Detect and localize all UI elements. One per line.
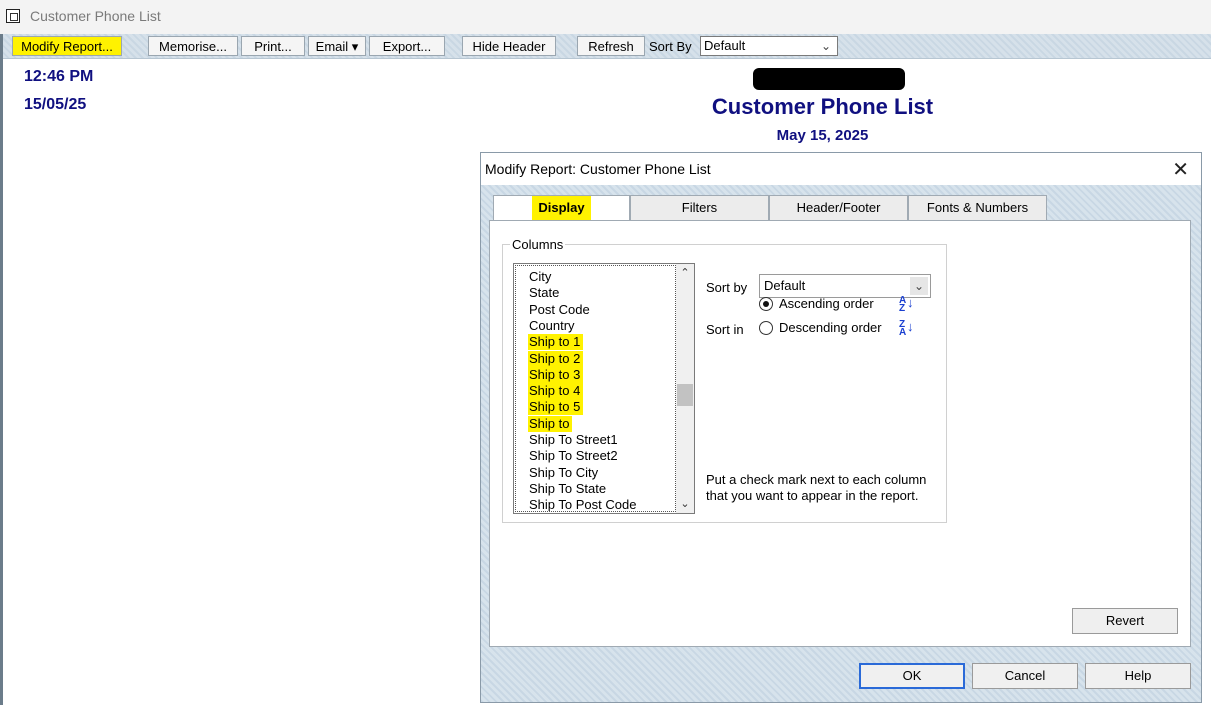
ok-button[interactable]: OK [859, 663, 965, 689]
column-list-item[interactable]: Ship To Street1 [528, 432, 621, 448]
memorise-button[interactable]: Memorise... [148, 36, 238, 56]
window-left-border [0, 34, 3, 705]
dialog-titlebar: Modify Report: Customer Phone List ✕ [481, 153, 1201, 185]
modify-report-button[interactable]: Modify Report... [12, 36, 122, 56]
tab-display[interactable]: Display [493, 195, 630, 222]
chevron-down-icon: ⌄ [820, 39, 831, 53]
columns-help-text: Put a check mark next to each column tha… [706, 472, 927, 503]
revert-button[interactable]: Revert [1072, 608, 1178, 634]
chevron-down-icon: ⌄ [910, 277, 928, 295]
report-title: Customer Phone List [711, 94, 934, 119]
column-list-item[interactable]: Ship to 3 [528, 366, 584, 383]
tab-filters[interactable]: Filters [630, 195, 769, 221]
column-list-item[interactable]: Ship to 2 [528, 350, 584, 367]
hide-header-button[interactable]: Hide Header [462, 36, 556, 56]
print-button[interactable]: Print... [241, 36, 305, 56]
cancel-button[interactable]: Cancel [972, 663, 1078, 689]
column-list-item[interactable]: Ship To Post Code [528, 497, 639, 511]
tab-fonts-numbers[interactable]: Fonts & Numbers [908, 195, 1047, 221]
sort-by-label: Sort by [706, 280, 748, 295]
report-toolbar: Modify Report... Memorise... Print... Em… [0, 34, 1211, 59]
sort-in-label: Sort in [706, 322, 744, 337]
report-date: May 15, 2025 [776, 127, 869, 144]
descending-radio[interactable] [759, 321, 773, 335]
email-button[interactable]: Email ▾ [308, 36, 366, 56]
redacted-company-name [753, 68, 905, 90]
window-title: Customer Phone List [30, 8, 161, 24]
column-list-item[interactable]: Ship to 5 [528, 399, 584, 416]
column-list-item[interactable]: Country [528, 318, 578, 334]
modify-report-dialog: Modify Report: Customer Phone List ✕ Dis… [480, 152, 1202, 703]
column-list-item[interactable]: Ship to 4 [528, 383, 584, 400]
column-list-item[interactable]: Ship To State [528, 481, 609, 497]
window-titlebar: Customer Phone List [0, 0, 1211, 35]
help-button[interactable]: Help [1085, 663, 1191, 689]
column-list-item[interactable]: Ship to [528, 415, 573, 432]
display-panel: Columns City State Post Code Country Ship to… [489, 220, 1191, 647]
column-list-item[interactable]: State [528, 285, 562, 301]
columns-listbox[interactable]: City State Post Code Country Ship to 1 Ship t… [513, 263, 695, 514]
dialog-title: Modify Report: Customer Phone List [485, 161, 711, 177]
columns-scrollbar[interactable]: ⌃ ⌄ [676, 264, 694, 513]
scroll-up-icon[interactable]: ⌃ [676, 264, 694, 282]
column-list-item[interactable]: City [528, 269, 554, 285]
tab-header-footer[interactable]: Header/Footer [769, 195, 908, 221]
column-list-item[interactable]: Ship To City [528, 465, 601, 481]
report-date-short: 15/05/25 [24, 96, 87, 113]
report-time: 12:46 PM [24, 68, 94, 85]
export-button[interactable]: Export... [369, 36, 445, 56]
tab-display-label: Display [532, 196, 591, 220]
sort-ascending-icon: A Z ↓ [899, 295, 914, 314]
sort-by-value: Default [704, 38, 746, 53]
descending-label[interactable]: Descending order [779, 320, 882, 335]
columns-group-label: Columns [510, 237, 566, 252]
sort-by-label: Sort By [649, 39, 692, 54]
tab-fonts-numbers-label: Fonts & Numbers [926, 200, 1029, 215]
columns-group: Columns City State Post Code Country Ship to… [502, 237, 947, 523]
close-icon[interactable]: ✕ [1172, 157, 1189, 182]
tab-header-footer-label: Header/Footer [796, 200, 881, 215]
ascending-radio[interactable] [759, 297, 773, 311]
sort-descending-icon: Z A ↓ [899, 319, 914, 338]
columns-list: City State Post Code Country Ship to 1 Ship t… [515, 265, 676, 512]
refresh-button[interactable]: Refresh [577, 36, 645, 56]
app-icon [6, 9, 20, 23]
ascending-label[interactable]: Ascending order [779, 296, 874, 311]
sort-by-select[interactable]: Default ⌄ [700, 36, 838, 56]
dialog-sort-by-value: Default [764, 278, 806, 293]
scroll-down-icon[interactable]: ⌄ [676, 495, 694, 513]
column-list-item[interactable]: Post Code [528, 302, 593, 318]
tab-filters-label: Filters [681, 200, 718, 215]
column-list-item[interactable]: Ship to 1 [528, 334, 584, 351]
column-list-item[interactable]: Ship To Street2 [528, 448, 621, 464]
scroll-thumb[interactable] [677, 384, 693, 406]
